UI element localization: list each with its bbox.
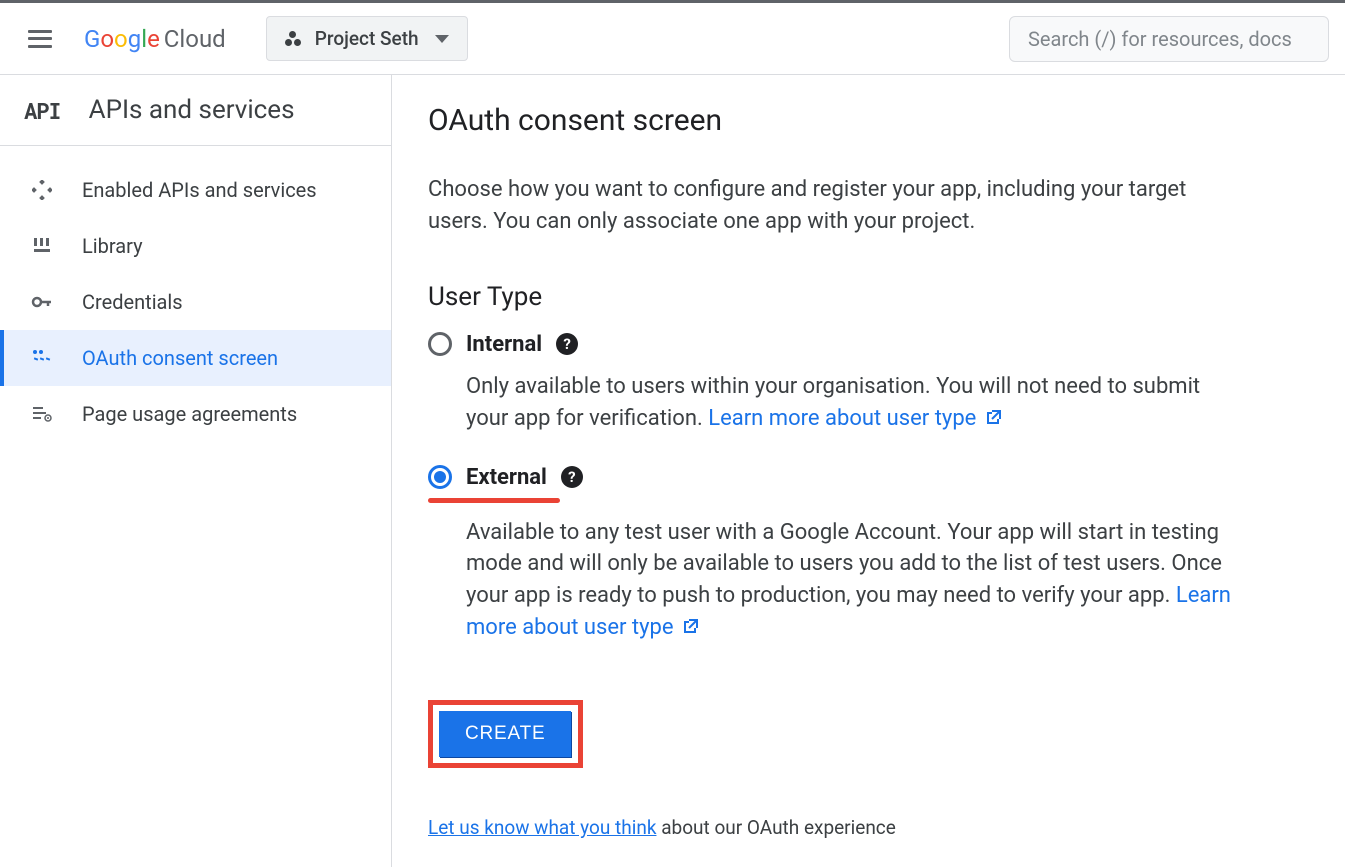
external-link-icon (986, 409, 1002, 425)
page-title: OAuth consent screen (428, 103, 1309, 138)
radio-internal-row: Internal ? (428, 332, 1309, 357)
sidebar-header: API APIs and services (0, 75, 391, 146)
radio-external-label: External (466, 465, 547, 490)
api-badge: API (24, 96, 61, 125)
search-input[interactable]: Search (/) for resources, docs (1009, 16, 1329, 62)
menu-icon[interactable] (28, 30, 52, 48)
google-cloud-logo[interactable]: Google Cloud (84, 25, 226, 53)
sidebar-item-label: Enabled APIs and services (82, 178, 317, 202)
create-highlight-box: CREATE (428, 700, 583, 768)
diamond-icon (30, 178, 54, 202)
radio-internal-label: Internal (466, 332, 542, 357)
internal-learn-more-link[interactable]: Learn more about user type (708, 406, 1002, 431)
logo-cloud-text: Cloud (164, 25, 226, 53)
external-description: Available to any test user with a Google… (466, 517, 1246, 645)
radio-external[interactable] (428, 465, 452, 489)
radio-internal[interactable] (428, 332, 452, 356)
radio-external-row: External ? (428, 465, 583, 490)
feedback-link[interactable]: Let us know what you think (428, 816, 656, 839)
sidebar-item-oauth-consent[interactable]: OAuth consent screen (0, 330, 391, 386)
search-placeholder: Search (/) for resources, docs (1028, 27, 1292, 51)
intro-text: Choose how you want to configure and reg… (428, 174, 1188, 238)
create-button[interactable]: CREATE (439, 711, 571, 757)
header: Google Cloud Project Seth Search (/) for… (0, 3, 1345, 75)
sidebar-title: APIs and services (89, 95, 295, 125)
sidebar-item-page-usage[interactable]: Page usage agreements (0, 386, 391, 442)
highlight-underline (428, 498, 560, 503)
main-content: OAuth consent screen Choose how you want… (392, 75, 1345, 867)
key-icon (30, 290, 54, 314)
sidebar-item-label: Credentials (82, 290, 183, 314)
external-link-icon (683, 618, 699, 634)
internal-description: Only available to users within your orga… (466, 371, 1246, 435)
user-type-label: User Type (428, 282, 1309, 312)
library-icon (30, 234, 54, 258)
project-icon (285, 29, 305, 49)
sidebar-item-label: Page usage agreements (82, 402, 297, 426)
sidebar-item-enabled-apis[interactable]: Enabled APIs and services (0, 162, 391, 218)
help-icon[interactable]: ? (561, 466, 583, 488)
usage-icon (30, 402, 54, 426)
sidebar-item-label: OAuth consent screen (82, 346, 278, 370)
sidebar-item-credentials[interactable]: Credentials (0, 274, 391, 330)
consent-icon (30, 346, 54, 370)
project-name: Project Seth (315, 27, 419, 50)
help-icon[interactable]: ? (556, 333, 578, 355)
chevron-down-icon (435, 35, 449, 43)
sidebar-item-library[interactable]: Library (0, 218, 391, 274)
feedback-suffix: about our OAuth experience (656, 816, 895, 839)
project-selector[interactable]: Project Seth (266, 16, 468, 61)
sidebar-item-label: Library (82, 234, 143, 258)
sidebar: API APIs and services Enabled APIs and s… (0, 75, 392, 867)
feedback-text: Let us know what you think about our OAu… (428, 816, 1309, 839)
external-desc-text: Available to any test user with a Google… (466, 520, 1222, 609)
